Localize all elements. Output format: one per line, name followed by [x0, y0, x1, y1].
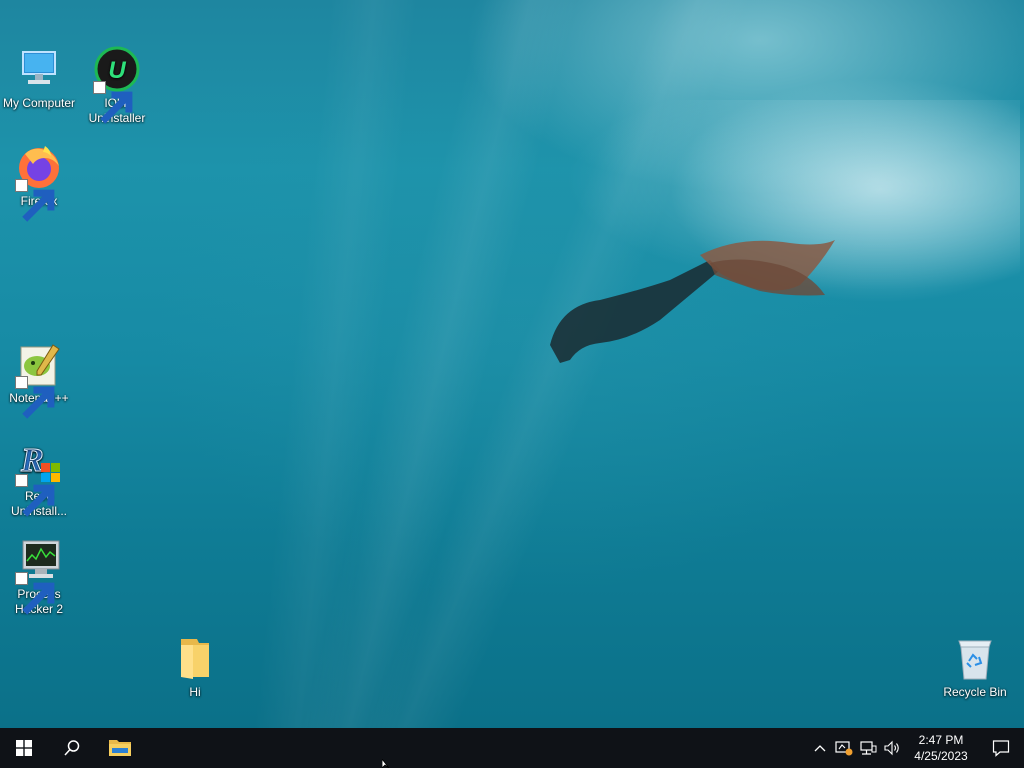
security-center-icon [835, 741, 853, 756]
chevron-up-icon [814, 745, 826, 752]
desktop-icon-label: My Computer [2, 96, 76, 110]
file-explorer-icon [109, 740, 131, 756]
wallpaper-diver [550, 240, 835, 363]
desktop-icon-recycle-bin[interactable]: Recycle Bin [936, 635, 1014, 700]
desktop-icon-label: Recycle Bin [943, 685, 1007, 699]
search-icon [64, 740, 80, 756]
desktop-icon-process-hacker[interactable]: Process Hacker 2 [0, 537, 78, 617]
desktop-icon-revo-uninstaller[interactable]: R Revo Uninstall... [0, 439, 78, 519]
shortcut-arrow-icon [93, 81, 133, 124]
svg-text:U: U [108, 57, 126, 84]
search-button[interactable] [48, 728, 96, 768]
desktop-icon-my-computer[interactable]: My Computer [0, 46, 78, 111]
clock-date: 4/25/2023 [914, 749, 968, 763]
action-center-button[interactable] [978, 728, 1024, 768]
network-tray-button[interactable] [856, 728, 880, 768]
shortcut-arrow-icon [15, 474, 55, 517]
desktop-icon-hi-folder[interactable]: Hi [156, 635, 234, 700]
desktop-icon-label: Hi [189, 685, 201, 699]
security-center-tray-button[interactable] [832, 728, 856, 768]
my-computer-icon [15, 46, 63, 94]
volume-icon [884, 740, 899, 756]
system-tray: 2:47 PM 4/25/2023 [808, 728, 1024, 768]
taskbar-file-explorer[interactable] [96, 728, 144, 768]
windows-logo-icon [16, 740, 32, 756]
notepad-plus-plus-icon [15, 341, 63, 419]
show-hidden-icons-button[interactable] [808, 728, 832, 768]
shortcut-arrow-icon [15, 179, 55, 222]
iobit-uninstaller-icon: U [93, 46, 141, 124]
desktop-icon-firefox[interactable]: Firefox [0, 144, 78, 222]
mouse-cursor-icon [382, 759, 390, 768]
shortcut-arrow-icon [15, 572, 55, 615]
taskbar: 2:47 PM 4/25/2023 [0, 728, 1024, 768]
taskbar-clock[interactable]: 2:47 PM 4/25/2023 [904, 732, 978, 764]
start-button[interactable] [0, 728, 48, 768]
shortcut-arrow-icon [15, 376, 55, 419]
action-center-icon [992, 740, 1010, 757]
folder-icon [171, 635, 219, 683]
recycle-bin-icon [951, 635, 999, 683]
volume-tray-button[interactable] [880, 728, 904, 768]
clock-time: 2:47 PM [918, 733, 964, 747]
desktop-icon-iobit-uninstaller[interactable]: U IObit Uninstaller [78, 46, 156, 126]
network-icon [860, 741, 877, 755]
process-hacker-icon [15, 537, 63, 615]
revo-uninstaller-icon: R [15, 439, 63, 517]
desktop-icon-notepad-plus-plus[interactable]: Notepad++ [0, 341, 78, 419]
firefox-icon [15, 144, 63, 222]
